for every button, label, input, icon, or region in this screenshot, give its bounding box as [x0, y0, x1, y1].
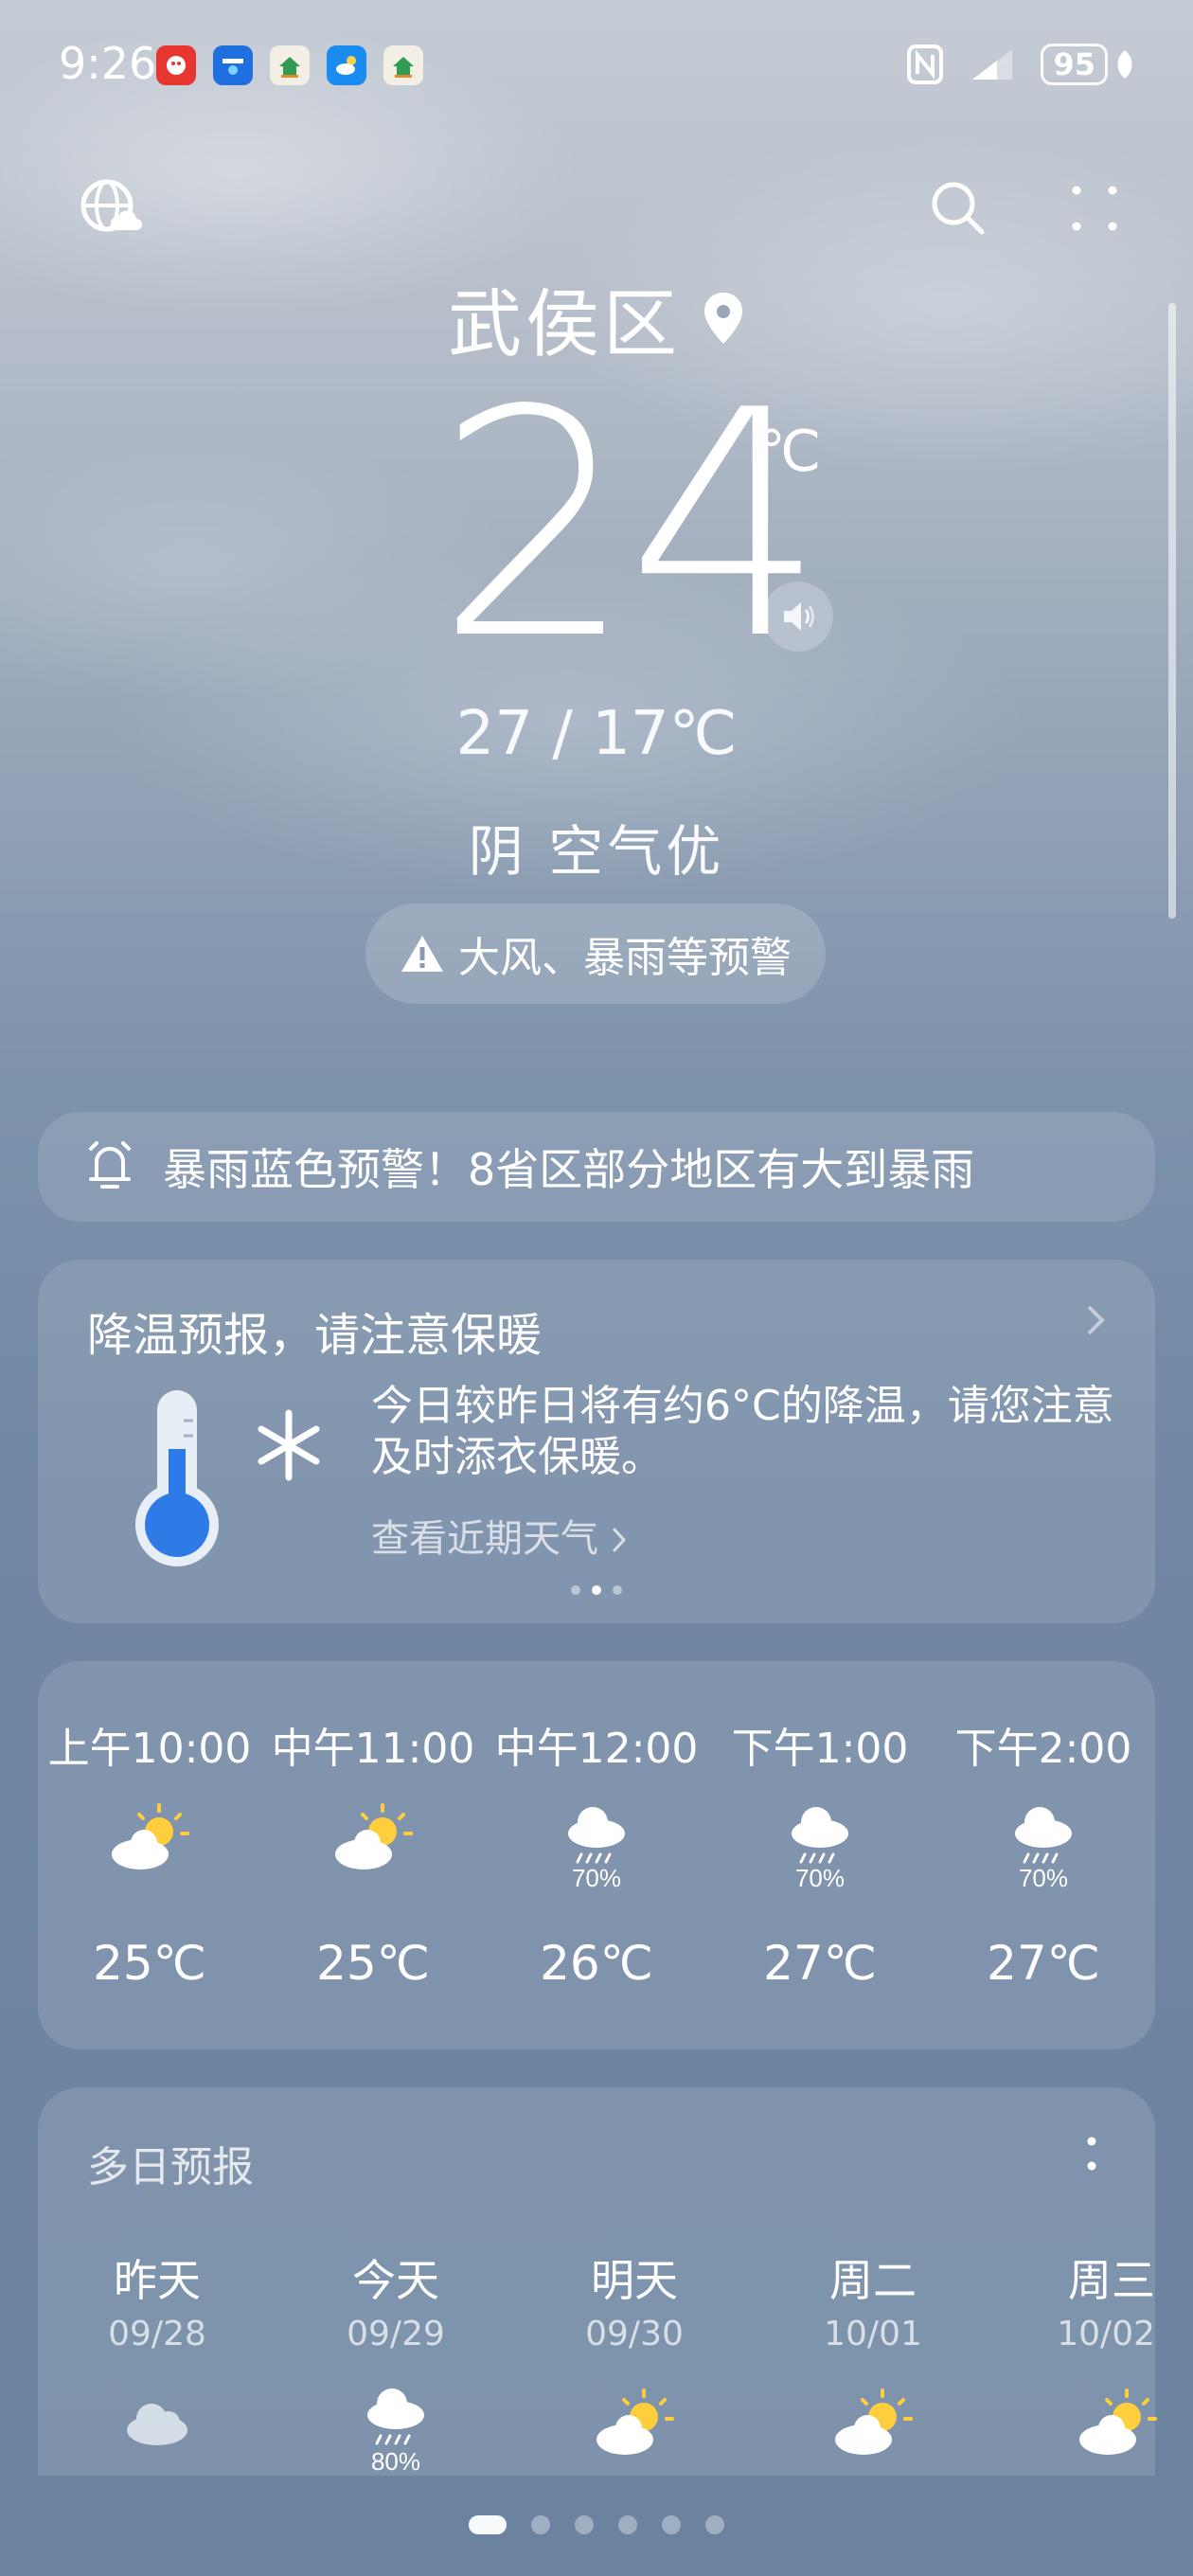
daily-item[interactable]: 周三 10/02 [992, 2087, 1157, 2476]
notice-title: 降温预报，请注意保暖 [87, 1309, 543, 1362]
day-date: 09/30 [585, 2315, 684, 2353]
app-cloud-icon [327, 45, 366, 85]
status-bar: 9:26 95 [0, 0, 1193, 133]
app-autohome-icon [213, 45, 253, 85]
day-date: 10/02 [1057, 2315, 1155, 2353]
daily-item[interactable]: 周二 10/01 [754, 2087, 992, 2476]
day-name: 周三 [1068, 2255, 1155, 2306]
rain-icon: 70% [1015, 1807, 1072, 1892]
alert-text: 暴雨蓝色预警！8省区部分地区有大到暴雨 [163, 1144, 975, 1195]
notice-card[interactable]: 降温预报，请注意保暖 今日较昨日将有约6°C的降温，请您注意及时添衣保暖。 查看… [38, 1260, 1155, 1623]
day-date: 09/29 [347, 2315, 445, 2353]
scrollbar[interactable] [1168, 303, 1176, 919]
pager-dot [613, 1585, 622, 1595]
notice-pager [38, 1585, 1155, 1595]
sun-cloud-icon [1079, 2388, 1157, 2455]
chevron-right-small-icon [612, 1527, 626, 1553]
hourly-item[interactable]: 下午1:00 70% 27℃ [708, 1661, 932, 2049]
search-icon [932, 182, 985, 235]
temperature-range: 27 / 17℃ [455, 699, 738, 769]
city-manage-button[interactable] [72, 170, 148, 246]
weather-condition: 阴 空气优 [468, 819, 725, 884]
recent-weather-link[interactable]: 查看近期天气 [371, 1508, 628, 1563]
leaf-icon [1117, 50, 1132, 79]
hour-time: 中午11:00 [271, 1725, 475, 1773]
hour-temp: 27℃ [987, 1936, 1100, 1991]
page-dot-active[interactable] [469, 2515, 507, 2534]
hour-temp: 26℃ [540, 1936, 653, 1991]
day-date: 09/28 [108, 2315, 206, 2353]
hour-pop: 70% [572, 1864, 621, 1892]
app-red-icon [156, 45, 196, 85]
daily-item[interactable]: 今天 09/29 80% [276, 2087, 515, 2476]
nfc-icon [907, 45, 944, 84]
hour-pop: 70% [1019, 1864, 1068, 1892]
battery-level: 95 [1041, 44, 1108, 85]
more-button[interactable] [1057, 170, 1132, 246]
battery: 95 [1041, 44, 1136, 85]
daily-forecast-card[interactable]: 多日预报 昨天 09/28 今天 09/29 80% 明天 09/30 周二 1… [38, 2087, 1157, 2476]
alert-card[interactable]: 暴雨蓝色预警！8省区部分地区有大到暴雨 [38, 1112, 1155, 1222]
globe-cloud-icon [80, 179, 142, 232]
daily-item[interactable]: 明天 09/30 [515, 2087, 754, 2476]
day-name: 今天 [352, 2255, 439, 2306]
rain-icon: 70% [792, 1807, 848, 1892]
alarm-bell-icon [89, 1141, 131, 1189]
notification-icons [156, 45, 423, 85]
hour-temp: 25℃ [316, 1936, 430, 1991]
warning-pill-text: 大风、暴雨等预警 [458, 934, 792, 982]
hourly-item[interactable]: 中午12:00 70% 26℃ [485, 1661, 708, 2049]
rain-icon: 80% [367, 2388, 424, 2476]
location-pin-icon [704, 293, 742, 344]
hour-time: 中午12:00 [494, 1725, 699, 1773]
hourly-item[interactable]: 中午11:00 25℃ [261, 1661, 485, 2049]
app-house-icon [270, 45, 310, 85]
current-temperature: 24 [436, 344, 826, 707]
page-dot[interactable] [662, 2515, 681, 2534]
warning-triangle-icon [401, 936, 443, 972]
pager-dot [571, 1585, 580, 1595]
hour-time: 下午2:00 [954, 1725, 1132, 1773]
hour-time: 上午10:00 [47, 1725, 252, 1773]
notice-body: 今日较昨日将有约6°C的降温，请您注意及时添衣保暖。 [371, 1382, 1114, 1481]
page-dot[interactable] [618, 2515, 637, 2534]
hour-pop: 70% [795, 1864, 845, 1892]
day-date: 10/01 [824, 2315, 922, 2353]
daily-item[interactable]: 昨天 09/28 [38, 2087, 276, 2476]
hour-temp: 27℃ [763, 1936, 877, 1991]
sun-cloud-icon [835, 2388, 913, 2455]
day-name: 明天 [591, 2255, 678, 2306]
cloud-icon [127, 2404, 187, 2445]
page-dot[interactable] [531, 2515, 550, 2534]
more-dots-icon [1072, 186, 1117, 231]
temperature-unit: ℃ [757, 419, 822, 485]
page-dot[interactable] [575, 2515, 594, 2534]
sun-cloud-icon [112, 1803, 189, 1869]
status-time: 9:26 [59, 38, 157, 89]
day-pop: 80% [371, 2447, 420, 2476]
sun-cloud-icon [335, 1803, 413, 1869]
signal-icon [972, 49, 1013, 80]
page-indicator[interactable] [0, 2515, 1193, 2534]
chevron-right-icon [1087, 1305, 1105, 1335]
status-right: 95 [906, 44, 1136, 85]
rain-icon: 70% [568, 1807, 625, 1892]
sun-cloud-icon [596, 2388, 674, 2455]
day-name: 周二 [829, 2255, 917, 2306]
hourly-forecast-card[interactable]: 上午10:00 25℃ 中午11:00 25℃ 中午12:00 70% 26℃ … [38, 1661, 1155, 2049]
recent-weather-link-text: 查看近期天气 [371, 1517, 598, 1561]
hour-time: 下午1:00 [731, 1725, 909, 1773]
thermometer-snow-icon [135, 1390, 320, 1566]
app-house2-icon [383, 45, 423, 85]
speaker-icon [784, 602, 814, 631]
pager-dot-active [592, 1585, 601, 1595]
hourly-item[interactable]: 上午10:00 25℃ [38, 1661, 261, 2049]
voice-broadcast-button[interactable] [763, 581, 833, 652]
hourly-item[interactable]: 下午2:00 70% 27℃ [932, 1661, 1155, 2049]
day-name: 昨天 [114, 2255, 201, 2306]
warning-pill[interactable]: 大风、暴雨等预警 [365, 903, 826, 1004]
hour-temp: 25℃ [93, 1936, 206, 1991]
search-button[interactable] [920, 170, 996, 246]
page-dot[interactable] [705, 2515, 724, 2534]
